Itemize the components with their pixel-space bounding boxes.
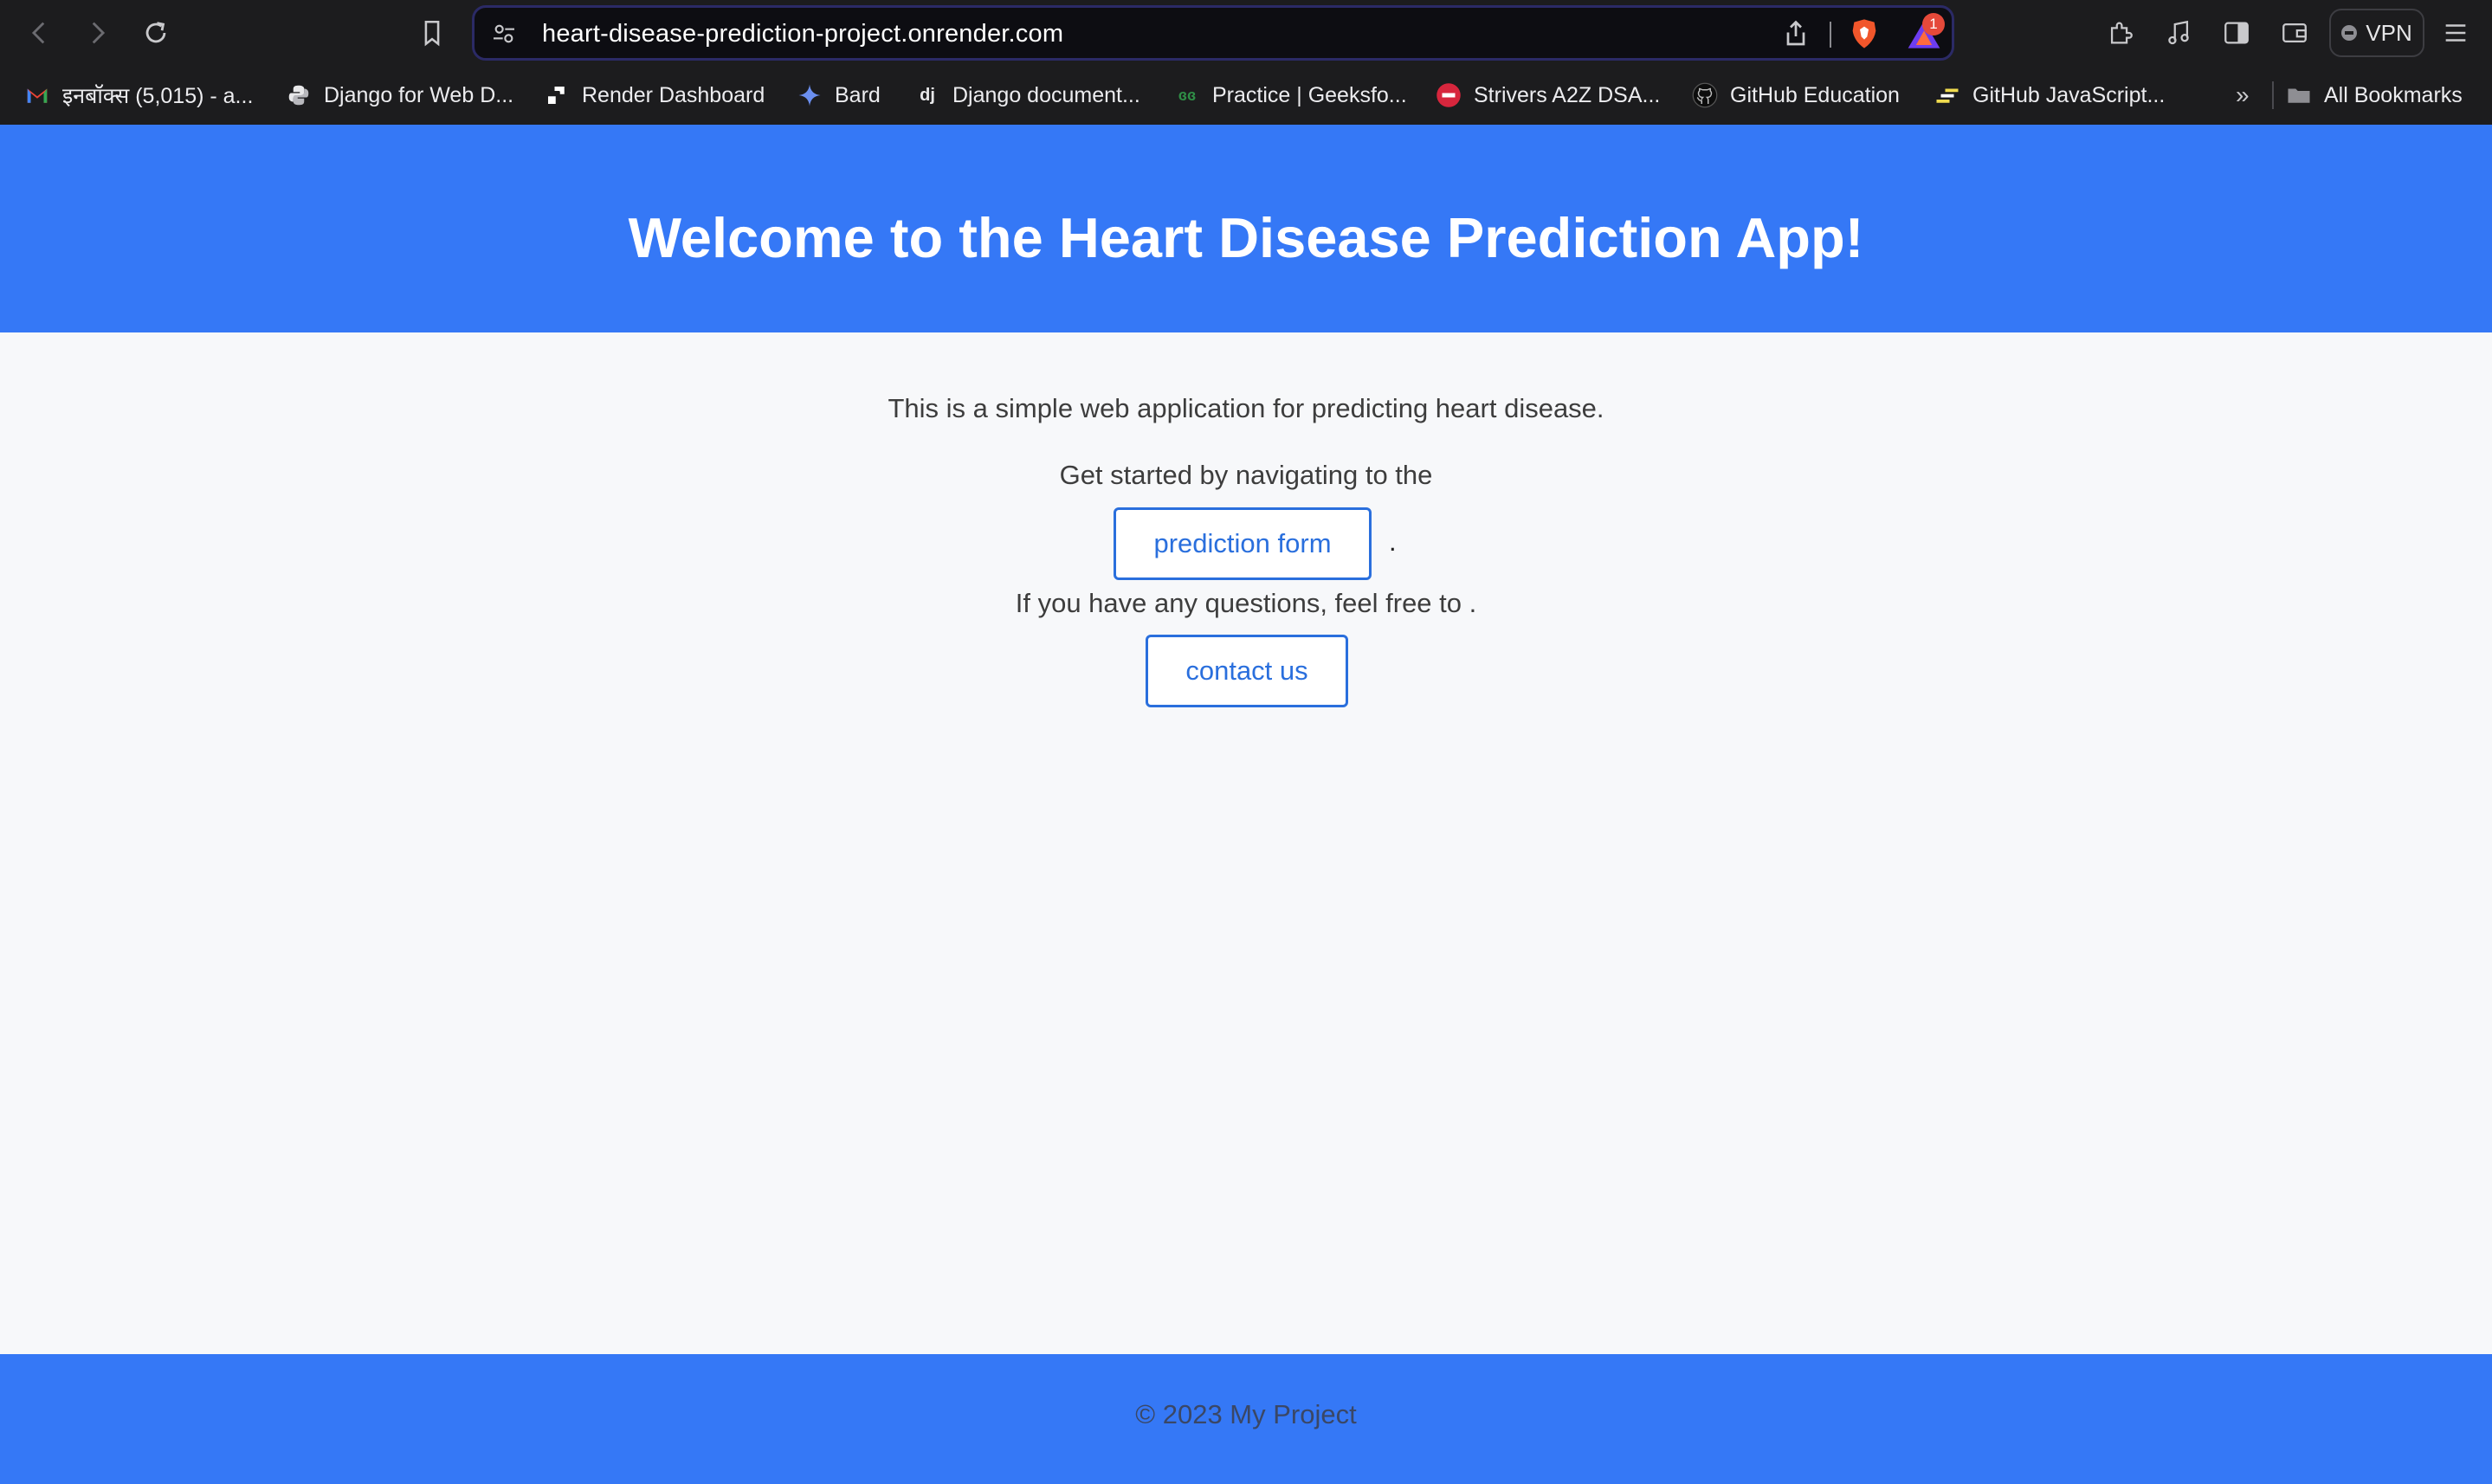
bookmark-bard[interactable]: Bard xyxy=(797,80,881,111)
page-title: Welcome to the Heart Disease Prediction … xyxy=(628,205,1864,269)
browser-toolbar: heart-disease-prediction-project.onrende… xyxy=(0,0,2492,66)
address-bar[interactable]: heart-disease-prediction-project.onrende… xyxy=(472,5,1954,61)
github-icon xyxy=(1692,82,1718,108)
extensions-button[interactable] xyxy=(2100,12,2141,54)
bookmark-label: Bard xyxy=(835,82,881,107)
page-footer: © 2023 My Project xyxy=(0,1354,2492,1484)
bookmark-icon xyxy=(424,20,440,47)
questions-text: If you have any questions, feel free to … xyxy=(1015,588,1477,618)
django-icon: dj xyxy=(920,85,935,105)
bookmark-github-education[interactable]: GitHub Education xyxy=(1692,80,1900,111)
sidebar-icon xyxy=(2224,22,2249,44)
vpn-label: VPN xyxy=(2366,19,2412,46)
browser-chrome: heart-disease-prediction-project.onrende… xyxy=(0,0,2492,125)
github-js-icon xyxy=(1934,82,1960,108)
bookmark-page-button[interactable] xyxy=(411,12,453,54)
bookmark-label: इनबॉक्स (5,015) - a... xyxy=(62,84,254,108)
media-button[interactable] xyxy=(2158,12,2199,54)
site-settings-icon[interactable] xyxy=(490,20,518,48)
render-icon xyxy=(544,82,570,108)
reload-button[interactable] xyxy=(135,12,177,54)
page-header: Welcome to the Heart Disease Prediction … xyxy=(0,125,2492,332)
brave-shields-icon[interactable] xyxy=(1847,16,1882,51)
prediction-form-link[interactable]: prediction form xyxy=(1114,507,1372,580)
python-icon xyxy=(286,82,312,108)
bard-sparkle-icon xyxy=(797,82,823,108)
bookmark-geeksforgeeks[interactable]: ɞɞ Practice | Geeksfo... xyxy=(1174,80,1407,111)
hamburger-menu-icon xyxy=(2445,24,2466,42)
forward-button[interactable] xyxy=(76,12,118,54)
tuf-icon xyxy=(1436,82,1462,108)
bookmark-label: All Bookmarks xyxy=(2324,82,2463,107)
wallet-icon xyxy=(2282,23,2307,43)
url-text[interactable]: heart-disease-prediction-project.onrende… xyxy=(542,20,1063,48)
bookmark-label: Render Dashboard xyxy=(582,82,765,107)
bookmark-label: GitHub Education xyxy=(1730,82,1900,107)
bookmark-django-documentation[interactable]: dj Django document... xyxy=(914,80,1140,111)
sentence-period: . xyxy=(1389,526,1397,557)
bookmark-django-for-web[interactable]: Django for Web D... xyxy=(286,80,513,111)
bookmark-render-dashboard[interactable]: Render Dashboard xyxy=(544,80,765,111)
intro-text: This is a simple web application for pre… xyxy=(888,393,1604,423)
bookmark-github-javascript[interactable]: GitHub JavaScript... xyxy=(1934,80,2165,111)
geeksforgeeks-icon: ɞɞ xyxy=(1178,86,1197,104)
folder-icon xyxy=(2286,82,2312,108)
music-note-icon xyxy=(2168,20,2189,45)
bookmarks-overflow-button[interactable]: » xyxy=(2236,81,2250,109)
reload-icon xyxy=(145,22,166,43)
gmail-icon xyxy=(24,82,50,108)
bookmark-label: GitHub JavaScript... xyxy=(1972,82,2166,107)
bookmark-label: Strivers A2Z DSA... xyxy=(1474,82,1661,107)
sidebar-toggle-button[interactable] xyxy=(2216,12,2257,54)
footer-copyright: © 2023 My Project xyxy=(1135,1399,1357,1429)
bookmark-label: Django document... xyxy=(952,82,1140,107)
vpn-button[interactable]: VPN xyxy=(2329,9,2424,57)
rewards-badge: 1 xyxy=(1922,13,1945,35)
bookmark-strivers-a2z[interactable]: Strivers A2Z DSA... xyxy=(1436,80,1660,111)
vpn-status-icon xyxy=(2341,25,2358,41)
main-content: This is a simple web application for pre… xyxy=(0,332,2492,1354)
forward-arrow-icon xyxy=(92,22,106,44)
back-button[interactable] xyxy=(19,12,61,54)
wallet-button[interactable] xyxy=(2274,12,2315,54)
share-icon[interactable] xyxy=(1780,18,1811,49)
puzzle-icon xyxy=(2110,22,2133,44)
menu-button[interactable] xyxy=(2435,12,2476,54)
all-bookmarks-button[interactable]: All Bookmarks xyxy=(2286,80,2463,111)
get-started-text: Get started by navigating to the xyxy=(1059,460,1433,490)
back-arrow-icon xyxy=(31,22,45,44)
bookmark-label: Practice | Geeksfo... xyxy=(1212,82,1407,107)
bookmark-label: Django for Web D... xyxy=(324,82,514,107)
contact-us-link[interactable]: contact us xyxy=(1146,635,1348,707)
bookmarks-divider xyxy=(2272,81,2274,109)
bookmarks-bar: इनबॉक्स (5,015) - a... Django for Web D.… xyxy=(0,69,2492,121)
address-bar-divider xyxy=(1830,22,1831,48)
bookmark-gmail[interactable]: इनबॉक्स (5,015) - a... xyxy=(24,80,253,111)
